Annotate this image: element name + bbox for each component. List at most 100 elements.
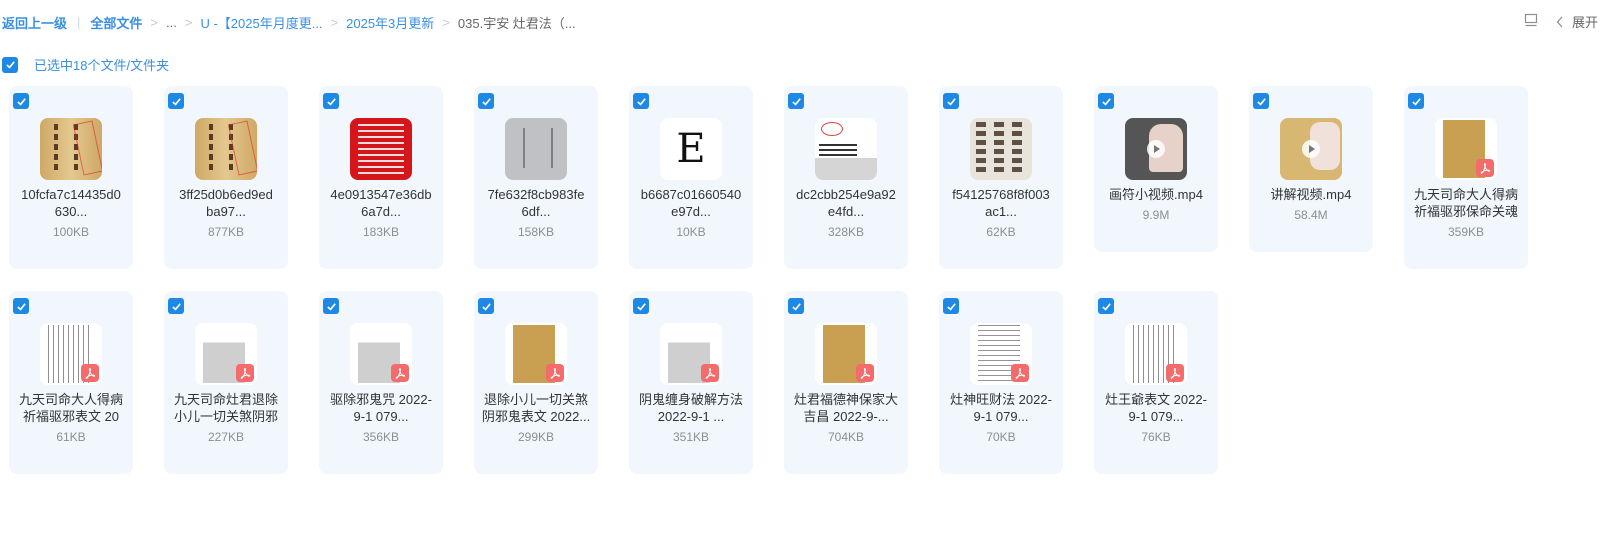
file-thumbnail bbox=[195, 323, 257, 385]
check-icon bbox=[1101, 302, 1111, 311]
file-card-2[interactable]: 3ff25d0b6ed9ed ba97... 877KB bbox=[164, 86, 288, 269]
file-card-10[interactable]: 九天司命大人得病 祈福驱邪保命关魂 359KB bbox=[1404, 86, 1528, 269]
file-size: 704KB bbox=[827, 430, 865, 444]
check-icon bbox=[5, 61, 15, 69]
check-icon bbox=[946, 97, 956, 106]
chevron-right-icon: > bbox=[330, 15, 339, 30]
file-card-6[interactable]: dc2cbb254e9a92 e4fd... 328KB bbox=[784, 86, 908, 269]
file-checkbox[interactable] bbox=[1098, 298, 1114, 314]
file-checkbox[interactable] bbox=[478, 298, 494, 314]
check-icon bbox=[636, 302, 646, 311]
file-card-5[interactable]: E头. b6687c01660540 e97d... 10KB bbox=[629, 86, 753, 269]
file-size: 299KB bbox=[517, 430, 555, 444]
file-card-1[interactable]: 10fcfa7c14435d0 630... 100KB bbox=[9, 86, 133, 269]
thumb-ink bbox=[994, 122, 1004, 176]
file-thumbnail bbox=[970, 323, 1032, 385]
file-checkbox[interactable] bbox=[13, 298, 29, 314]
pdf-badge bbox=[701, 364, 719, 382]
file-name-line1: b6687c01660540 bbox=[640, 187, 742, 202]
file-name-line2: e97d... bbox=[671, 204, 711, 219]
file-size: 877KB bbox=[207, 225, 245, 239]
file-card-16[interactable]: 灶君福德神保家大 吉昌 2022-9-... 704KB bbox=[784, 291, 908, 474]
file-size: 61KB bbox=[56, 430, 86, 444]
file-checkbox[interactable] bbox=[13, 93, 29, 109]
check-icon bbox=[171, 97, 181, 106]
top-bar: 返回上一级 | 全部文件 > ... > U -【2025年月度更... > 2… bbox=[0, 0, 1618, 42]
thumb-seal bbox=[821, 122, 843, 136]
thumb-text: E头. bbox=[676, 126, 706, 172]
file-name: 讲解视频.mp4 bbox=[1255, 186, 1367, 203]
file-checkbox[interactable] bbox=[1408, 93, 1424, 109]
file-card-18[interactable]: 灶王爺表文 2022- 9-1 079... 76KB bbox=[1094, 291, 1218, 474]
pdf-badge bbox=[1166, 364, 1184, 382]
file-card-17[interactable]: 灶神旺财法 2022- 9-1 079... 70KB bbox=[939, 291, 1063, 474]
chevron-right-icon: > bbox=[184, 15, 193, 30]
file-thumbnail bbox=[350, 118, 412, 180]
crumb-level1[interactable]: U -【2025年月度更... bbox=[200, 13, 322, 32]
file-name-line1: 灶神旺财法 2022- bbox=[950, 392, 1052, 407]
file-checkbox[interactable] bbox=[788, 93, 804, 109]
check-icon bbox=[16, 97, 26, 106]
file-size: 10KB bbox=[676, 225, 706, 239]
file-card-4[interactable]: 7fe632f8cb983fe 6df... 158KB bbox=[474, 86, 598, 269]
play-icon bbox=[1302, 140, 1320, 158]
crumb-level2[interactable]: 2025年3月更新 bbox=[346, 13, 434, 32]
file-size: 58.4M bbox=[1294, 208, 1328, 222]
file-card-11[interactable]: 九天司命大人得病 祈福驱邪表文 20 61KB bbox=[9, 291, 133, 474]
file-name: 驱除邪鬼咒 2022- 9-1 079... bbox=[325, 391, 437, 425]
file-checkbox[interactable] bbox=[633, 93, 649, 109]
file-card-14[interactable]: 退除小儿一切关煞 阴邪鬼表文 2022... 299KB bbox=[474, 291, 598, 474]
expand-button[interactable]: 展开 bbox=[1556, 12, 1598, 31]
crumb-all-files[interactable]: 全部文件 bbox=[90, 13, 142, 32]
file-checkbox[interactable] bbox=[168, 93, 184, 109]
file-name: 阴鬼缠身破解方法 2022-9-1 ... bbox=[635, 391, 747, 425]
file-name-line2: ba97... bbox=[206, 204, 246, 219]
file-name: 3ff25d0b6ed9ed ba97... bbox=[170, 186, 282, 220]
file-checkbox[interactable] bbox=[323, 93, 339, 109]
file-checkbox[interactable] bbox=[1098, 93, 1114, 109]
expand-label: 展开 bbox=[1571, 15, 1598, 30]
thumb-ink bbox=[976, 122, 986, 176]
thumb-footer bbox=[815, 158, 877, 180]
pdf-badge bbox=[856, 364, 874, 382]
file-card-9[interactable]: 讲解视频.mp4 58.4M bbox=[1249, 86, 1373, 252]
file-card-13[interactable]: 驱除邪鬼咒 2022- 9-1 079... 356KB bbox=[319, 291, 443, 474]
file-checkbox[interactable] bbox=[633, 298, 649, 314]
file-name: 10fcfa7c14435d0 630... bbox=[15, 186, 127, 220]
file-size: 359KB bbox=[1447, 225, 1485, 239]
file-name-line1: 驱除邪鬼咒 2022- bbox=[330, 392, 432, 407]
file-name: 灶王爺表文 2022- 9-1 079... bbox=[1100, 391, 1212, 425]
file-checkbox[interactable] bbox=[168, 298, 184, 314]
pdf-badge bbox=[81, 364, 99, 382]
file-name-line1: 3ff25d0b6ed9ed bbox=[179, 187, 273, 202]
file-checkbox[interactable] bbox=[323, 298, 339, 314]
file-checkbox[interactable] bbox=[1253, 93, 1269, 109]
file-thumbnail bbox=[505, 323, 567, 385]
file-name-line2: 阴邪鬼表文 2022... bbox=[481, 409, 591, 424]
crumb-ellipsis[interactable]: ... bbox=[166, 15, 177, 30]
layout-toggle-icon[interactable] bbox=[1524, 13, 1538, 30]
file-card-8[interactable]: 画符小视频.mp4 9.9M bbox=[1094, 86, 1218, 252]
file-size: 328KB bbox=[827, 225, 865, 239]
back-link[interactable]: 返回上一级 bbox=[2, 13, 67, 32]
file-checkbox[interactable] bbox=[943, 93, 959, 109]
file-thumbnail bbox=[970, 118, 1032, 180]
pdf-icon bbox=[550, 367, 561, 379]
file-name: 九天司命大人得病 祈福驱邪保命关魂 bbox=[1410, 186, 1522, 220]
file-name-line2: 6a7d... bbox=[361, 204, 401, 219]
file-name-line1: 讲解视频.mp4 bbox=[1270, 187, 1352, 202]
file-checkbox[interactable] bbox=[943, 298, 959, 314]
pdf-icon bbox=[1015, 367, 1026, 379]
file-card-12[interactable]: 九天司命灶君退除 小儿一切关煞阴邪 227KB bbox=[164, 291, 288, 474]
file-size: 351KB bbox=[672, 430, 710, 444]
file-card-7[interactable]: f54125768f8f003 ac1... 62KB bbox=[939, 86, 1063, 269]
file-checkbox[interactable] bbox=[788, 298, 804, 314]
pdf-icon bbox=[395, 367, 406, 379]
file-card-3[interactable]: 4e0913547e36db 6a7d... 183KB bbox=[319, 86, 443, 269]
file-size: 62KB bbox=[986, 225, 1016, 239]
file-card-15[interactable]: 阴鬼缠身破解方法 2022-9-1 ... 351KB bbox=[629, 291, 753, 474]
file-checkbox[interactable] bbox=[478, 93, 494, 109]
file-name-line1: 九天司命大人得病 bbox=[1413, 187, 1518, 202]
select-all-checkbox[interactable] bbox=[2, 56, 18, 73]
file-name-line2: 祈福驱邪表文 20 bbox=[22, 409, 120, 424]
